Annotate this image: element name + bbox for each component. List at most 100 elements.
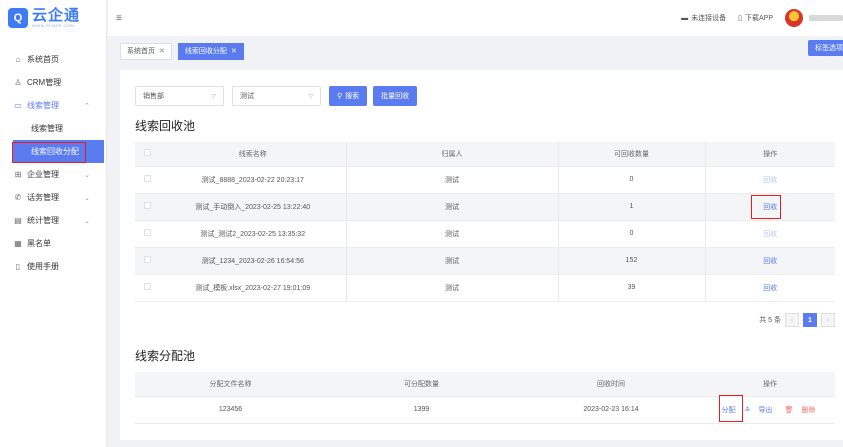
sidebar-item-label: 线索管理 [27, 101, 59, 110]
export-button[interactable]: ≛ 导出 [742, 405, 776, 415]
batch-recycle-button[interactable]: 批量回收 [373, 86, 418, 106]
logo-icon: Q [8, 8, 28, 28]
sidebar-item-label: 黑名单 [27, 239, 51, 248]
sidebar-item-home[interactable]: ⌂ 系统首页 [0, 48, 106, 71]
filter-bar: 销售部 ▽ 测试 ▽ ⚲ 搜索 批量回收 [135, 86, 423, 106]
recycle-button[interactable]: 回收 [763, 204, 777, 211]
table-row: 测试_1234_2023-02-26 16:54:56 测试 152 回收 [135, 247, 835, 275]
menu-toggle-icon[interactable]: ≡ [116, 13, 122, 24]
phone-icon: ✆ [14, 193, 22, 202]
device-status[interactable]: ▬ 未连接设备 [681, 13, 726, 23]
device-icon: ▬ [681, 14, 689, 22]
recycle-button[interactable]: 回收 [763, 258, 777, 265]
book-icon: ▯ [15, 262, 21, 271]
recyclable-count: 39 [558, 274, 706, 302]
page-number-button[interactable]: 1 [803, 313, 817, 327]
lead-owner: 测试 [346, 274, 559, 302]
table-row: 测试_8888_2023-02-22 20:23:17 测试 0 回收 [135, 166, 835, 194]
logo[interactable]: Q 云企通 WWW.PLNEE.COM [0, 0, 106, 36]
table-row: 测试_模板.xlsx_2023-02-27 19:01:09 测试 39 回收 [135, 274, 835, 302]
recyclable-count: 0 [558, 220, 706, 248]
sidebar-item-label: 统计管理 [27, 216, 59, 225]
blacklist-icon: ▦ [14, 239, 22, 248]
next-page-button[interactable]: › [821, 313, 835, 327]
tab-options-button[interactable]: 标签选项 [808, 40, 843, 56]
recyclable-count: 1 [558, 193, 706, 221]
sidebar: Q 云企通 WWW.PLNEE.COM ⌂ 系统首页 ♙ CRM管理 ▭ 线索管… [0, 0, 107, 447]
assign-pool-title: 线索分配池 [135, 349, 196, 363]
sidebar-item-label: 企业管理 [27, 170, 59, 179]
recycle-button[interactable]: 回收 [763, 231, 777, 238]
column-header: 分配文件名称 [135, 372, 326, 397]
lead-name: 测试_8888_2023-02-22 20:23:17 [160, 166, 347, 194]
page-tabs: 系统首页 ✕ 线索回收分配 ✕ 标签选项 [108, 36, 843, 66]
recycle-time: 2023-02-23 16:14 [517, 396, 705, 424]
lead-owner: 测试 [346, 166, 559, 194]
tab-home[interactable]: 系统首页 ✕ [120, 42, 172, 60]
row-checkbox[interactable] [144, 229, 151, 236]
sidebar-item-stats[interactable]: ▤ 统计管理 ⌄ [0, 209, 106, 232]
assign-file-name: 123456 [135, 396, 326, 424]
pagination: 共 5 条 ‹ 1 › [759, 313, 835, 327]
download-app-link[interactable]: ▯ 下载APP [738, 13, 773, 23]
lead-owner: 测试 [346, 220, 559, 248]
row-checkbox[interactable] [144, 202, 151, 209]
total-count: 共 5 条 [759, 317, 781, 324]
recycle-button[interactable]: 回收 [763, 177, 777, 184]
close-icon[interactable]: ✕ [231, 47, 237, 55]
column-header: 可分配数量 [326, 372, 517, 397]
column-header: 归属人 [346, 142, 559, 167]
sidebar-item-enterprise[interactable]: ⊞ 企业管理 ⌄ [0, 163, 106, 186]
lead-owner: 测试 [346, 193, 559, 221]
close-icon[interactable]: ✕ [159, 47, 165, 55]
sidebar-item-blacklist[interactable]: ▦ 黑名单 [0, 232, 106, 255]
department-select[interactable]: 销售部 ▽ [135, 86, 224, 106]
sidebar-item-leads[interactable]: ▭ 线索管理 ⌃ [0, 94, 106, 117]
delete-button[interactable]: 🗑 删除 [781, 405, 818, 415]
lead-name: 测试_测试2_2023-02-25 13:35:32 [160, 220, 347, 248]
column-header: 可回收数量 [558, 142, 706, 167]
recycle-pool-table: 线索名称 归属人 可回收数量 操作 测试_8888_2023-02-22 20:… [135, 142, 835, 302]
avatar[interactable] [785, 9, 803, 27]
column-header: 操作 [705, 372, 835, 397]
sidebar-menu: ⌂ 系统首页 ♙ CRM管理 ▭ 线索管理 ⌃ 线索管理 线索回收分配 ⊞ 企业… [0, 48, 106, 278]
chevron-down-icon: ⌄ [84, 171, 90, 179]
assign-button[interactable]: 分配 [722, 405, 736, 415]
column-header: 线索名称 [160, 142, 347, 167]
row-checkbox[interactable] [144, 256, 151, 263]
main-card: 销售部 ▽ 测试 ▽ ⚲ 搜索 批量回收 线索回收池 线索名称 归属人 可回收数… [120, 70, 843, 440]
row-checkbox[interactable] [144, 175, 151, 182]
sidebar-item-label: 使用手册 [27, 262, 59, 271]
trash-icon: 🗑 [784, 406, 794, 414]
lead-name: 测试_模板.xlsx_2023-02-27 19:01:09 [160, 274, 347, 302]
mobile-icon: ▯ [738, 15, 742, 22]
export-icon: ≛ [744, 406, 751, 414]
sidebar-item-calls[interactable]: ✆ 话务管理 ⌄ [0, 186, 106, 209]
chart-icon: ▤ [14, 216, 22, 225]
assignable-count: 1399 [326, 396, 517, 424]
chevron-up-icon: ⌃ [84, 102, 90, 110]
search-icon: ⚲ [337, 93, 343, 100]
chevron-down-icon: ⌄ [84, 194, 90, 202]
sidebar-item-manual[interactable]: ▯ 使用手册 [0, 255, 106, 278]
chevron-down-icon: ▽ [308, 93, 313, 100]
search-button[interactable]: ⚲ 搜索 [329, 86, 368, 106]
column-header: 回收时间 [517, 372, 705, 397]
tab-lead-recycle[interactable]: 线索回收分配 ✕ [177, 42, 244, 60]
person-select[interactable]: 测试 ▽ [232, 86, 321, 106]
row-checkbox[interactable] [144, 283, 151, 290]
sidebar-item-label: 话务管理 [27, 193, 59, 202]
select-all-checkbox[interactable] [144, 149, 151, 157]
table-row: 测试_测试2_2023-02-25 13:35:32 测试 0 回收 [135, 220, 835, 248]
recyclable-count: 152 [558, 247, 706, 275]
sidebar-subitem-lead-recycle[interactable]: 线索回收分配 [12, 140, 104, 163]
username-redacted[interactable] [809, 15, 843, 21]
recycle-pool-title: 线索回收池 [135, 119, 196, 133]
sidebar-subitem-lead-management[interactable]: 线索管理 [0, 117, 106, 140]
chevron-down-icon: ⌄ [84, 217, 90, 225]
sidebar-item-crm[interactable]: ♙ CRM管理 [0, 71, 106, 94]
prev-page-button[interactable]: ‹ [785, 313, 799, 327]
recycle-button[interactable]: 回收 [763, 285, 777, 292]
sidebar-item-label: CRM管理 [27, 78, 62, 87]
sidebar-item-label: 系统首页 [27, 55, 59, 64]
